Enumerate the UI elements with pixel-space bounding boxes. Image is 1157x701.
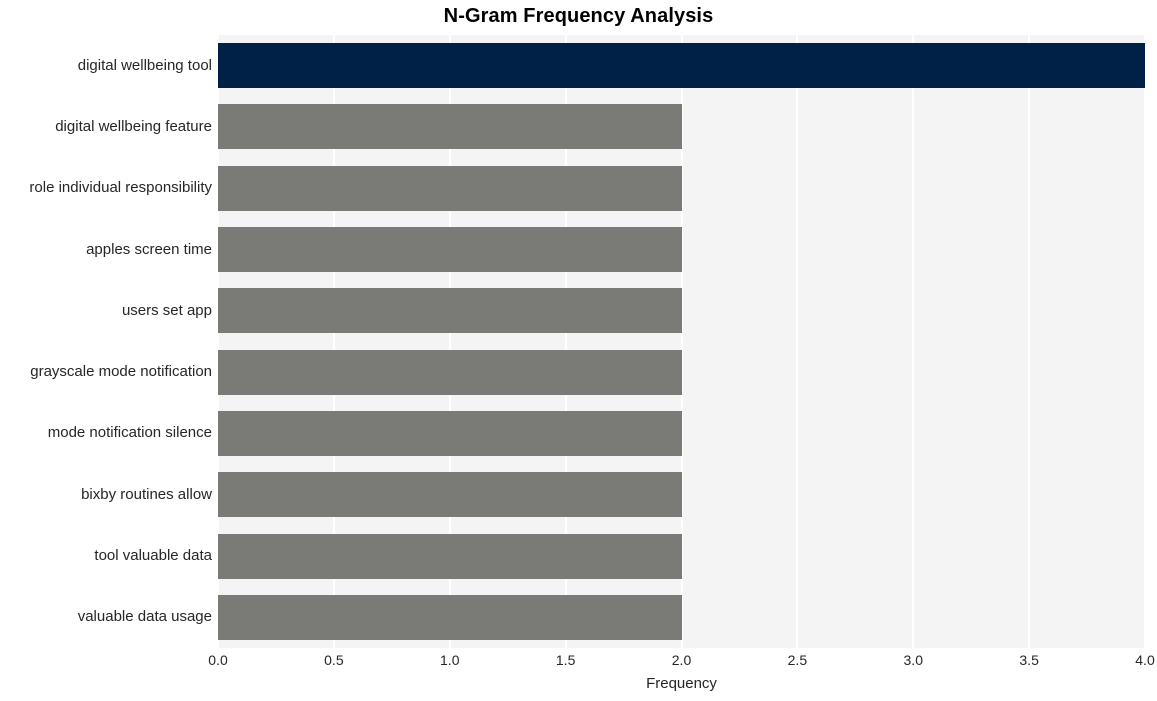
x-axis-tick-label: 0.5	[324, 652, 344, 668]
bars-layer	[218, 35, 1145, 648]
y-axis-tick-labels: digital wellbeing tool digital wellbeing …	[0, 35, 212, 648]
bar[interactable]	[218, 227, 682, 273]
bar[interactable]	[218, 288, 682, 334]
chart-figure: N-Gram Frequency Analysis digital wellbe…	[0, 0, 1157, 701]
x-axis-tick-label: 1.5	[555, 652, 576, 668]
y-axis-tick-label: valuable data usage	[77, 608, 212, 626]
y-axis-tick-label: apples screen time	[86, 240, 212, 258]
x-axis-tick-label: 2.0	[671, 652, 692, 668]
bar[interactable]	[218, 104, 682, 150]
y-axis-tick-label: tool valuable data	[94, 547, 212, 565]
y-axis-tick-label: digital wellbeing tool	[77, 56, 212, 74]
x-axis-tick-label: 0.0	[208, 652, 228, 668]
x-axis-tick-label: 3.0	[903, 652, 923, 668]
bar[interactable]	[218, 410, 682, 456]
y-axis-tick-label: digital wellbeing feature	[55, 117, 212, 135]
bar[interactable]	[218, 533, 682, 579]
bar[interactable]	[218, 349, 682, 395]
x-axis-tick-label: 3.5	[1019, 652, 1039, 668]
x-axis-tick-labels: 0.0 0.5 1.0 1.5 2.0 2.5 3.0 3.5 4.0	[0, 653, 1157, 675]
x-axis-tick-label: 1.0	[440, 652, 460, 668]
x-axis-tick-label: 2.5	[787, 652, 808, 668]
x-axis-tick-label: 4.0	[1135, 652, 1155, 668]
y-axis-tick-label: grayscale mode notification	[30, 363, 212, 381]
y-axis-tick-label: mode notification silence	[47, 424, 212, 442]
bar[interactable]	[218, 594, 682, 640]
bar[interactable]	[218, 472, 682, 518]
x-axis-label: Frequency	[646, 675, 717, 692]
y-axis-tick-label: role individual responsibility	[29, 179, 212, 197]
chart-title: N-Gram Frequency Analysis	[443, 5, 714, 27]
bar[interactable]	[218, 165, 682, 211]
plot-area	[217, 35, 1146, 648]
y-axis-tick-label: users set app	[121, 301, 212, 319]
y-axis-tick-label: bixby routines allow	[81, 485, 212, 503]
bar[interactable]	[218, 43, 1145, 89]
